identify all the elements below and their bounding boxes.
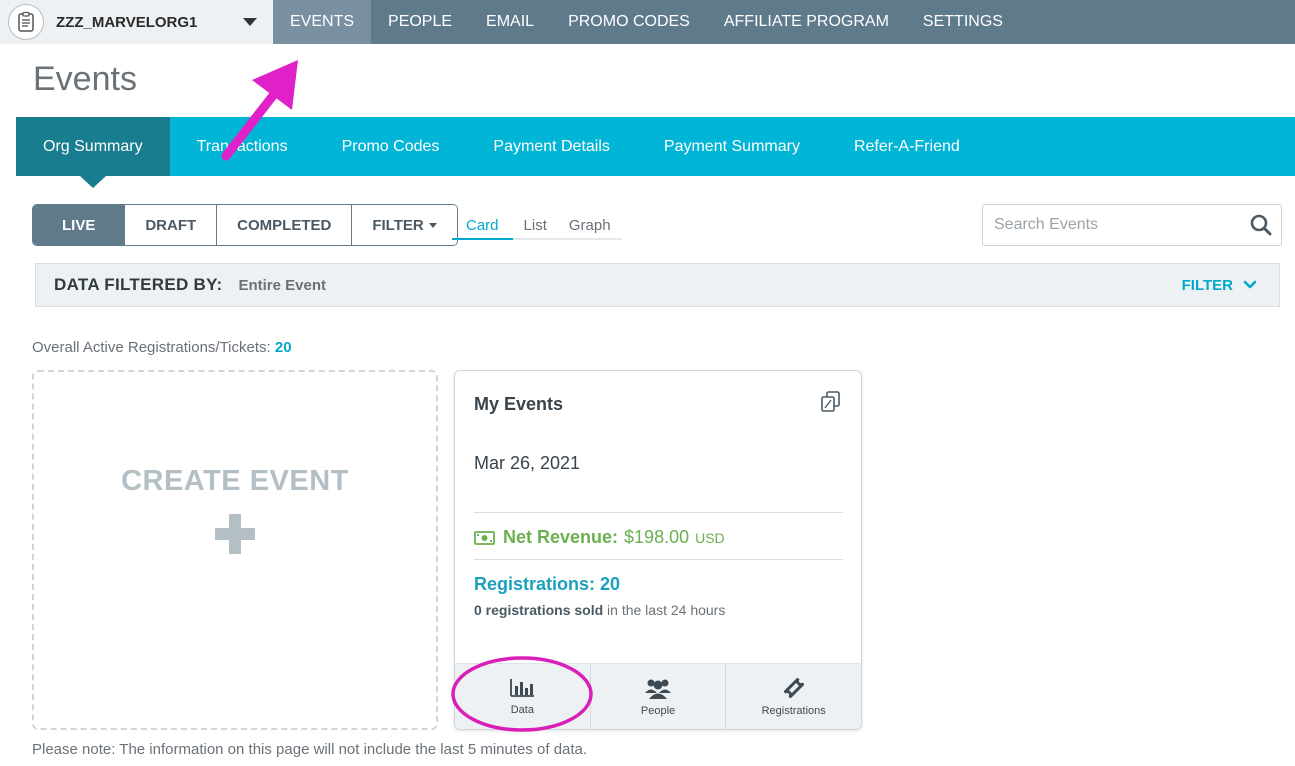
filter-bar-label: DATA FILTERED BY: (54, 275, 223, 294)
plus-icon (215, 513, 255, 554)
nav-events[interactable]: EVENTS (273, 0, 372, 44)
data-filter-bar: DATA FILTERED BY: Entire Event FILTER (35, 263, 1280, 307)
page-title: Events (33, 60, 137, 98)
net-revenue: Net Revenue: $198.00 USD (474, 527, 725, 548)
divider (474, 512, 843, 513)
view-graph[interactable]: Graph (558, 212, 622, 238)
nav-promo-codes[interactable]: PROMO CODES (551, 0, 707, 44)
filter-toggle-label: FILTER (1181, 276, 1233, 294)
registrations-button-label: Registrations (761, 704, 826, 717)
filter-bar-value: Entire Event (238, 276, 326, 294)
org-selector[interactable]: ZZZ_MARVELORG1 (0, 0, 273, 44)
tab-org-summary[interactable]: Org Summary (16, 117, 170, 188)
net-revenue-amount: $198.00 (624, 527, 690, 547)
event-date: Mar 26, 2021 (474, 453, 581, 473)
event-card: My Events Mar 26, 2021 Net Revenue: $198… (454, 370, 862, 730)
caret-down-icon (243, 18, 257, 26)
tab-payment-details[interactable]: Payment Details (466, 117, 637, 176)
search-box (982, 204, 1282, 246)
status-live-button[interactable]: LIVE (33, 205, 125, 245)
people-icon (645, 679, 671, 699)
data-button[interactable]: Data (455, 664, 590, 729)
registrations-sold-count: 0 registrations sold (474, 602, 604, 618)
status-filter-group: LIVE DRAFT COMPLETED FILTER (32, 204, 458, 246)
status-filter-dropdown[interactable]: FILTER (351, 205, 457, 245)
view-list[interactable]: List (513, 212, 558, 238)
filter-toggle-button[interactable]: FILTER (1182, 277, 1257, 294)
data-button-label: Data (510, 703, 534, 716)
registrations-button[interactable]: Registrations (725, 664, 861, 729)
create-event-tile[interactable]: CREATE EVENT (32, 370, 438, 730)
copy-icon[interactable] (819, 390, 843, 419)
status-draft-button[interactable]: DRAFT (124, 205, 217, 245)
people-button[interactable]: People (589, 664, 726, 729)
sub-tab-bar: Org Summary Transactions Promo Codes Pay… (16, 117, 1295, 188)
clipboard-icon (8, 4, 44, 40)
search-icon[interactable] (1241, 214, 1281, 236)
registrations-sold: 0 registrations sold in the last 24 hour… (474, 602, 725, 618)
view-toggle: Card List Graph (452, 212, 622, 240)
people-button-label: People (640, 704, 676, 717)
page-note: Please note: The information on this pag… (32, 741, 588, 758)
status-filter-label: FILTER (372, 216, 424, 234)
overall-registrations: Overall Active Registrations/Tickets: 20 (32, 339, 292, 356)
nav-affiliate-program[interactable]: AFFILIATE PROGRAM (707, 0, 906, 44)
event-card-title: My Events (474, 394, 564, 414)
chevron-down-icon (1243, 280, 1257, 289)
registrations-link[interactable]: Registrations: 20 (474, 574, 620, 595)
net-revenue-currency: USD (695, 529, 725, 546)
status-completed-button[interactable]: COMPLETED (216, 205, 352, 245)
create-event-label: CREATE EVENT (121, 464, 349, 497)
event-card-actions: Data People Registrations (455, 663, 861, 729)
ticket-icon (783, 677, 804, 698)
tab-transactions[interactable]: Transactions (170, 117, 315, 176)
org-name: ZZZ_MARVELORG1 (56, 13, 198, 31)
view-card[interactable]: Card (452, 212, 513, 240)
nav-email[interactable]: EMAIL (469, 0, 551, 44)
search-input[interactable] (983, 206, 1241, 244)
nav-people[interactable]: PEOPLE (371, 0, 469, 44)
nav-settings[interactable]: SETTINGS (906, 0, 1020, 44)
top-navigation: ZZZ_MARVELORG1 EVENTS PEOPLE EMAIL PROMO… (0, 0, 1295, 44)
bar-chart-icon (510, 678, 535, 697)
tab-refer-a-friend[interactable]: Refer-A-Friend (827, 117, 987, 176)
tab-payment-summary[interactable]: Payment Summary (637, 117, 827, 176)
net-revenue-label: Net Revenue: (503, 527, 619, 547)
overall-registrations-count: 20 (274, 339, 292, 356)
registrations-sold-period: in the last 24 hours (607, 602, 726, 618)
divider (474, 559, 843, 560)
money-icon (474, 530, 495, 545)
tab-promo-codes[interactable]: Promo Codes (315, 117, 467, 176)
caret-down-icon (428, 222, 437, 228)
overall-registrations-label: Overall Active Registrations/Tickets: (32, 339, 271, 356)
